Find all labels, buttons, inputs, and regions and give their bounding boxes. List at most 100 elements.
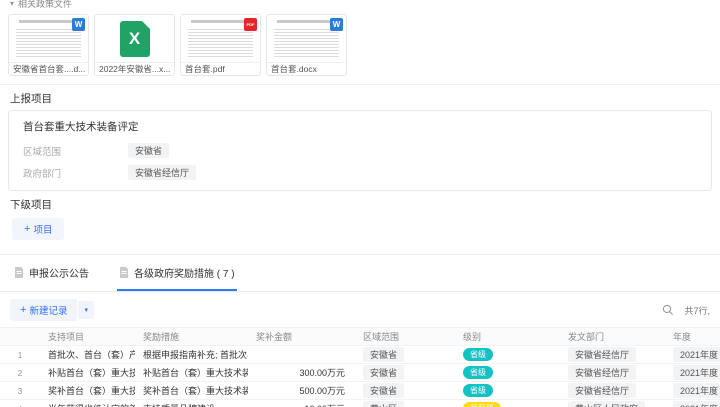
tab-reward-measures[interactable]: 各级政府奖励措施 ( 7 )	[117, 257, 237, 291]
cell-amount[interactable]: 300.00万元	[248, 366, 355, 379]
cell-measure[interactable]: 根据申报指南补充; 首批次、首...	[135, 348, 248, 361]
cell-level[interactable]: 省级	[455, 348, 560, 361]
cell-project[interactable]: 当年获得省级认定的首台（套）...	[40, 402, 135, 407]
cell-measure[interactable]: 奖补首台（套）重大技术装备和...	[135, 384, 248, 397]
region-chip: 黄山区	[363, 401, 405, 407]
cell-amount[interactable]: 500.00万元	[248, 384, 355, 397]
region-chip: 安徽省	[363, 347, 405, 362]
level-badge: 省级	[463, 366, 493, 379]
attachments-section-label: 相关政策文件	[18, 0, 73, 9]
level-badge: 省级	[463, 384, 493, 397]
cell-project[interactable]: 奖补首台（套）重大技术装备和...	[40, 384, 135, 397]
excel-file-icon: X	[119, 20, 150, 57]
cell-department[interactable]: 安徽省经信厅	[560, 347, 665, 362]
cell-year[interactable]: 2021年度	[665, 365, 720, 380]
plus-icon: +	[24, 222, 31, 235]
new-record-dropdown-button[interactable]: ▾	[78, 301, 94, 319]
region-chip: 安徽省	[363, 383, 405, 398]
cell-region[interactable]: 安徽省	[355, 347, 455, 362]
column-header-5[interactable]: 发文部门	[560, 330, 665, 343]
file-thumbnail: PDF	[181, 15, 260, 62]
add-project-button-label: 项目	[33, 225, 53, 236]
cell-level[interactable]: 县区级	[455, 402, 560, 407]
add-project-button[interactable]: + 项目	[12, 218, 65, 240]
row-index: 4	[0, 404, 40, 407]
cell-level[interactable]: 省级	[455, 366, 560, 379]
level-badge: 县区级	[463, 402, 501, 407]
file-name: 首台套.docx	[267, 62, 346, 75]
new-record-button-label: 新建记录	[29, 306, 68, 317]
cell-department[interactable]: 安徽省经信厅	[560, 365, 665, 380]
document-icon	[120, 267, 128, 278]
lower-project-section-label: 下级项目	[10, 199, 52, 211]
new-record-button[interactable]: + 新建记录	[10, 299, 78, 321]
row-index: 2	[17, 367, 23, 378]
collapse-icon[interactable]: ▾	[10, 0, 14, 8]
cell-department[interactable]: 安徽省经信厅	[560, 383, 665, 398]
cell-measure[interactable]: 支持质量品牌建设...	[135, 402, 248, 407]
table-row[interactable]: 1 首批次、首台（套）产品综合险...根据申报指南补充; 首批次、首... 安徽省 省…	[0, 346, 720, 364]
page: ▾ 相关政策文件 W 安徽省首台套....d... X 2022年安徽省...x...…	[0, 0, 720, 407]
field-label-department: 政府部门	[23, 168, 62, 180]
file-thumbnail: W	[267, 15, 346, 62]
table-header-row: 支持项目 奖励措施 奖补金额 区域范围 级别 发文部门 年度	[0, 328, 720, 346]
file-name: 安徽省首台套....d...	[9, 62, 88, 75]
cell-project[interactable]: 补贴首台（套）重大技术装备保...	[40, 366, 135, 379]
upper-project-section-label: 上报项目	[10, 93, 52, 105]
word-file-icon: W	[72, 18, 85, 31]
cell-region[interactable]: 安徽省	[355, 365, 455, 380]
pdf-file-icon: PDF	[244, 18, 257, 31]
file-card[interactable]: W 首台套.docx	[266, 14, 347, 76]
table-toolbar: + 新建记录 ▾ 共7行,	[0, 292, 720, 327]
upper-project-title: 首台套重大技术装备评定	[23, 121, 139, 133]
tab-announcements-label: 申报公示公告	[29, 269, 89, 280]
department-chip: 安徽省经信厅	[568, 347, 637, 362]
column-header-1[interactable]: 奖励措施	[135, 330, 248, 343]
tab-reward-measures-label: 各级政府奖励措施 ( 7 )	[134, 269, 235, 280]
column-header-3[interactable]: 区域范围	[355, 330, 455, 343]
upper-project-card[interactable]: 首台套重大技术装备评定 区域范围 安徽省 政府部门 安徽省经信厅	[8, 110, 712, 191]
lower-project-section: 下级项目 + 项目	[0, 191, 720, 255]
cell-year[interactable]: 2021年度	[665, 347, 720, 362]
year-chip: 2021年度	[673, 383, 720, 398]
plus-icon: +	[20, 303, 27, 316]
file-name: 首台套.pdf	[181, 62, 260, 75]
column-header-2[interactable]: 奖补金额	[248, 330, 355, 343]
cell-year[interactable]: 2021年度	[665, 401, 720, 407]
year-chip: 2021年度	[673, 365, 720, 380]
tab-bar: 申报公示公告 各级政府奖励措施 ( 7 )	[0, 257, 720, 292]
region-chip: 安徽省	[363, 365, 405, 380]
table-row[interactable]: 3奖补首台（套）重大技术装备和...奖补首台（套）重大技术装备和...500.0…	[0, 382, 720, 400]
file-card[interactable]: X 2022年安徽省...x...	[94, 14, 175, 76]
year-chip: 2021年度	[673, 401, 720, 407]
cell-year[interactable]: 2021年度	[665, 383, 720, 398]
tab-announcements[interactable]: 申报公示公告	[12, 257, 91, 291]
row-index: 1	[17, 349, 23, 360]
cell-department[interactable]: 黄山区人民政府	[560, 401, 665, 407]
column-header-6[interactable]: 年度	[665, 330, 720, 343]
cell-amount[interactable]: 10.00万元	[248, 402, 355, 407]
file-thumbnail: X	[95, 15, 174, 62]
cell-region[interactable]: 安徽省	[355, 383, 455, 398]
field-label-region: 区域范围	[23, 146, 62, 158]
row-index: 3	[17, 385, 23, 396]
table-row[interactable]: 4当年获得省级认定的首台（套）...支持质量品牌建设...10.00万元 黄山区 县…	[0, 400, 720, 407]
table-body: 1首批次、首台（套）产品综合险...根据申报指南补充; 首批次、首...安徽省省…	[0, 346, 720, 407]
field-value-department: 安徽省经信厅	[128, 165, 197, 180]
file-card[interactable]: W 安徽省首台套....d...	[8, 14, 89, 76]
cell-project[interactable]: 首批次、首台（套）产品综合险...	[40, 348, 135, 361]
cell-region[interactable]: 黄山区	[355, 401, 455, 407]
file-card[interactable]: PDF 首台套.pdf	[180, 14, 261, 76]
search-icon[interactable]	[662, 304, 674, 316]
column-header-0[interactable]: 支持项目	[40, 330, 135, 343]
cell-level[interactable]: 省级	[455, 384, 560, 397]
chevron-down-icon: ▾	[84, 307, 88, 314]
file-name: 2022年安徽省...x...	[95, 62, 174, 75]
attachments-section-header[interactable]: ▾ 相关政策文件	[0, 0, 720, 12]
column-header-4[interactable]: 级别	[455, 330, 560, 343]
document-icon	[15, 267, 23, 278]
cell-measure[interactable]: 补贴首台（套）重大技术装备保...	[135, 366, 248, 379]
level-badge: 省级	[463, 348, 493, 361]
table-row[interactable]: 2补贴首台（套）重大技术装备保...补贴首台（套）重大技术装备保...300.0…	[0, 364, 720, 382]
row-count-label: 共7行,	[684, 305, 710, 316]
